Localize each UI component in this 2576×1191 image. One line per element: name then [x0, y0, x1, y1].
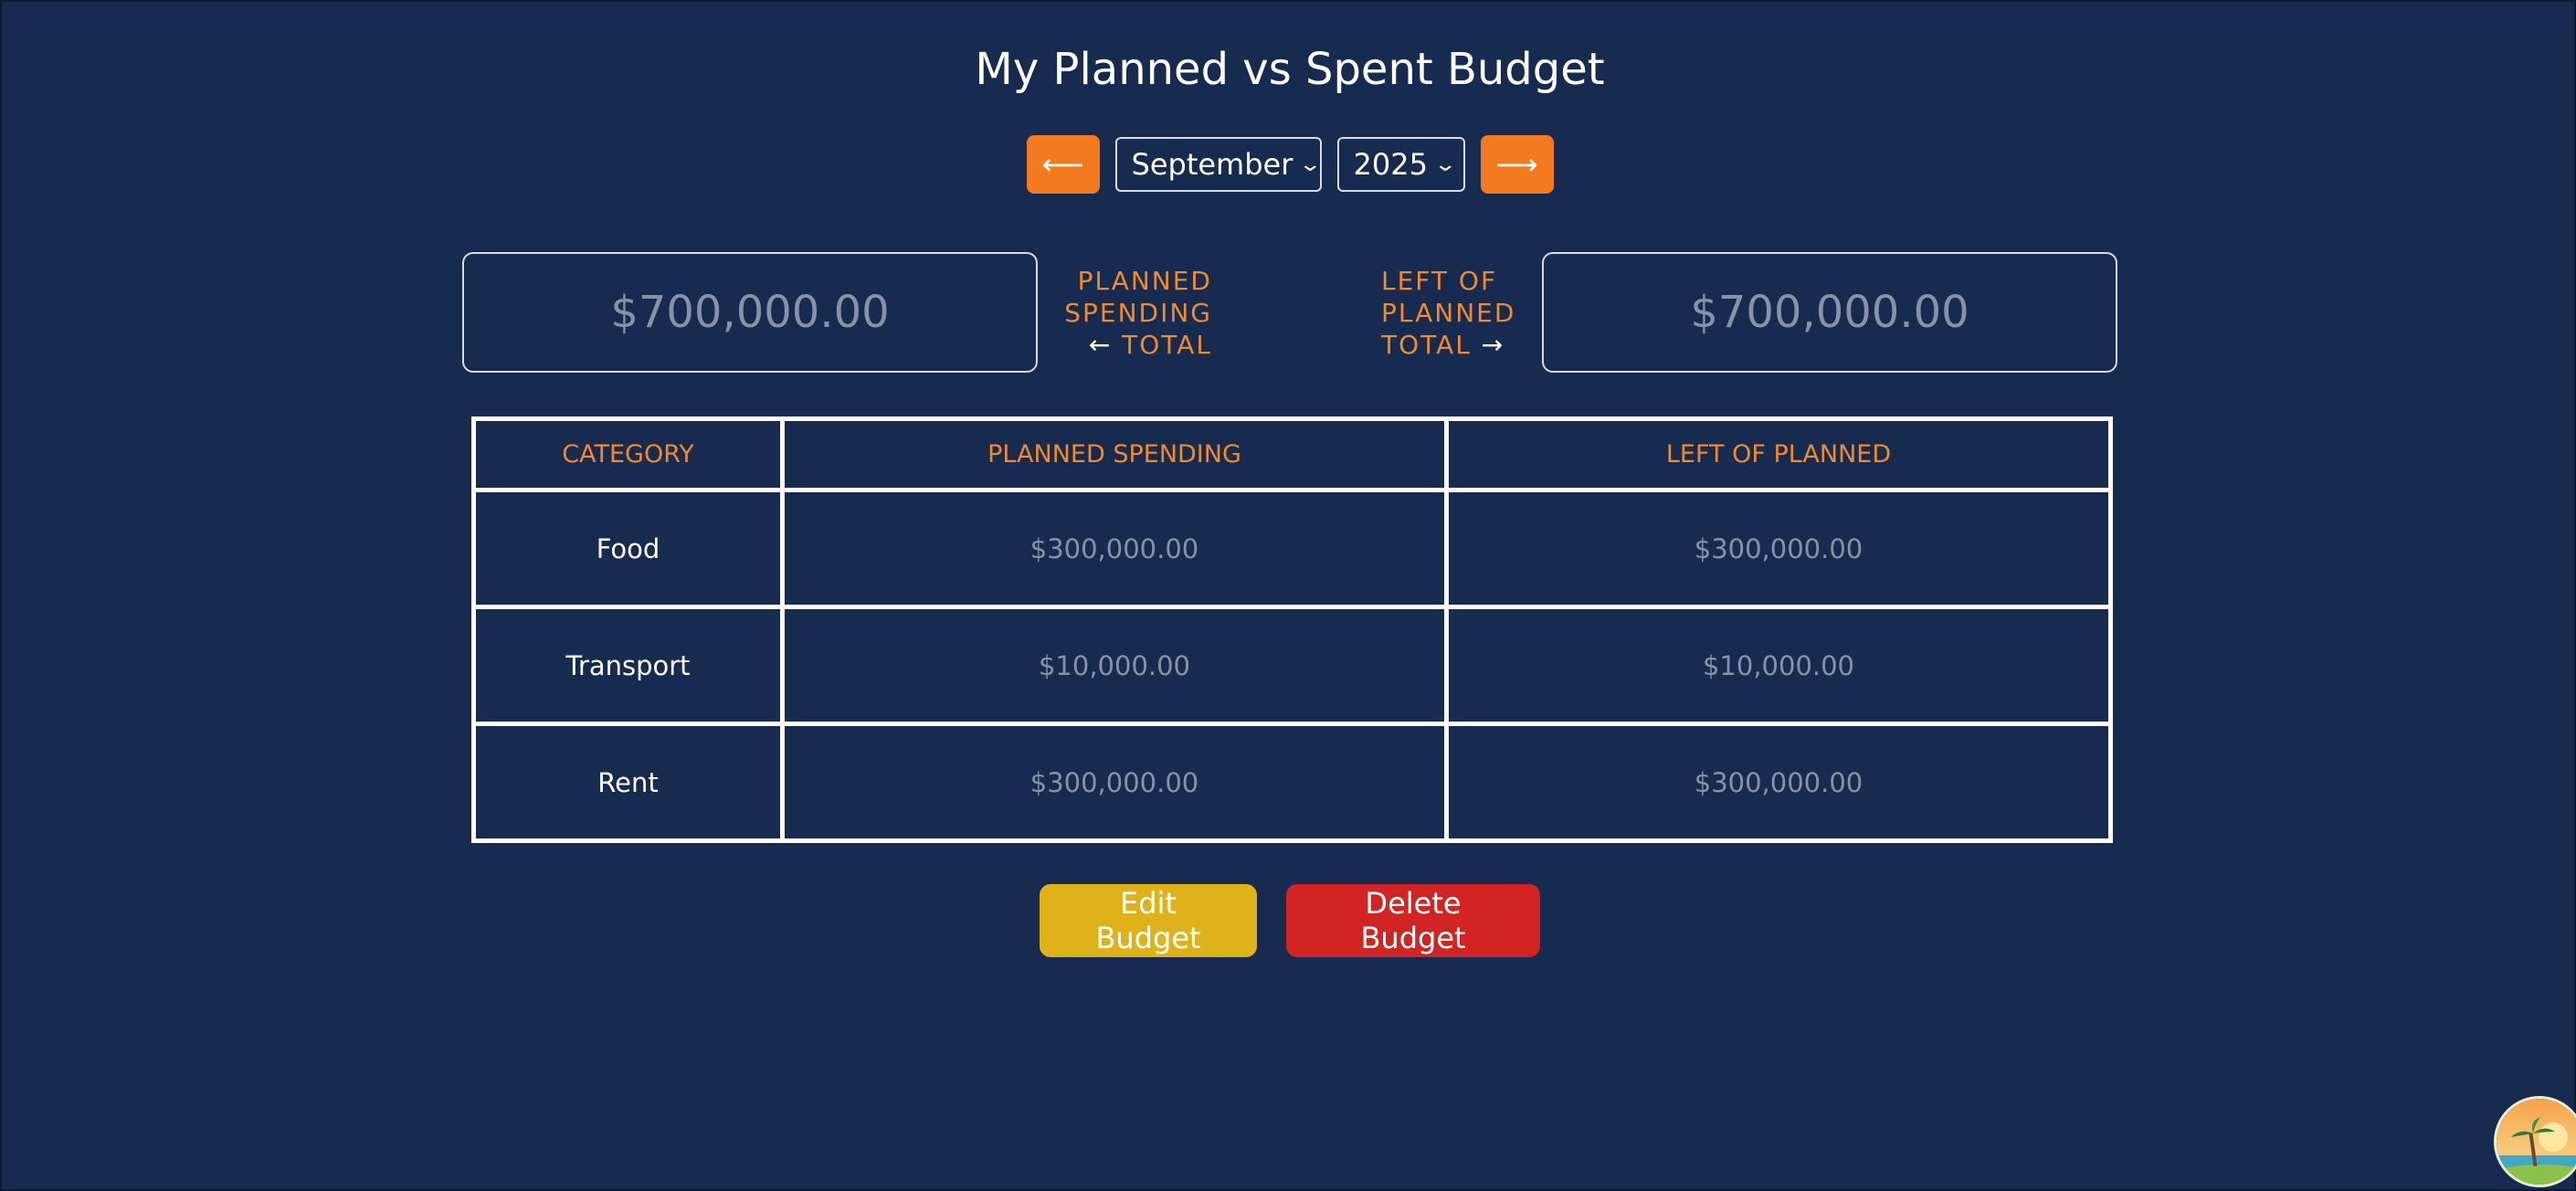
year-select[interactable]: 2025 ⌄: [1336, 137, 1465, 192]
left-label-line3: TOTAL →: [1381, 329, 1536, 361]
arrow-right-icon: →: [1481, 330, 1505, 360]
left-label-line1: LEFT OF: [1381, 266, 1498, 296]
column-header-planned-spending: PLANNED SPENDING: [780, 416, 1449, 492]
year-select-value: 2025: [1353, 147, 1428, 182]
delete-budget-button[interactable]: Delete Budget: [1286, 884, 1540, 957]
column-header-left-of-planned: LEFT OF PLANNED: [1444, 416, 2113, 492]
chevron-down-icon: ⌄: [1298, 153, 1323, 176]
beach-avatar-icon[interactable]: [2494, 1096, 2576, 1187]
table-row: Rent $300,000.00 $300,000.00: [471, 722, 2113, 843]
planned-label-line2: SPENDING: [1064, 298, 1212, 328]
edit-budget-button[interactable]: Edit Budget: [1040, 884, 1257, 957]
chevron-down-icon: ⌄: [1433, 153, 1458, 176]
left-amount-cell: $10,000.00: [1444, 605, 2113, 726]
category-cell: Food: [471, 488, 785, 609]
planned-amount-cell: $300,000.00: [780, 722, 1449, 843]
planned-label-total-word: TOTAL: [1122, 330, 1212, 360]
planned-amount-cell: $300,000.00: [780, 488, 1449, 609]
planned-spending-total-value: $700,000.00: [610, 287, 890, 338]
arrow-right-icon: ⟶: [1495, 147, 1538, 182]
left-amount-cell: $300,000.00: [1444, 722, 2113, 843]
category-cell: Rent: [471, 722, 785, 843]
month-select[interactable]: September ⌄: [1114, 137, 1323, 192]
table-header-row: CATEGORY PLANNED SPENDING LEFT OF PLANNE…: [471, 416, 2113, 492]
budget-table: CATEGORY PLANNED SPENDING LEFT OF PLANNE…: [471, 416, 2113, 843]
left-of-planned-total-box: $700,000.00: [1542, 252, 2117, 373]
left-label-line2: PLANNED: [1381, 298, 1516, 328]
budget-actions: Edit Budget Delete Budget: [2, 884, 2576, 957]
arrow-left-icon: ←: [1088, 330, 1113, 360]
month-navigation: ⟵ September ⌄ 2025 ⌄ ⟶: [2, 135, 2576, 194]
table-row: Food $300,000.00 $300,000.00: [471, 488, 2113, 609]
month-select-value: September: [1131, 147, 1293, 182]
planned-amount-cell: $10,000.00: [780, 605, 1449, 726]
planned-label-line3: ← TOTAL: [1061, 329, 1212, 361]
planned-spending-total-label: PLANNED SPENDING ← TOTAL: [1061, 265, 1212, 361]
planned-spending-total-box: $700,000.00: [462, 252, 1038, 373]
category-cell: Transport: [471, 605, 785, 726]
left-label-total-word: TOTAL: [1381, 330, 1472, 360]
left-amount-cell: $300,000.00: [1444, 488, 2113, 609]
column-header-category: CATEGORY: [471, 416, 785, 492]
page-title: My Planned vs Spent Budget: [975, 44, 1605, 95]
left-of-planned-total-value: $700,000.00: [1690, 287, 1969, 338]
arrow-left-icon: ⟵: [1041, 147, 1084, 182]
table-row: Transport $10,000.00 $10,000.00: [471, 605, 2113, 726]
next-month-button[interactable]: ⟶: [1480, 135, 1554, 194]
previous-month-button[interactable]: ⟵: [1026, 135, 1100, 194]
left-of-planned-total-label: LEFT OF PLANNED TOTAL →: [1381, 265, 1536, 361]
planned-label-line1: PLANNED: [1077, 266, 1212, 296]
beach-avatar-graphic: [2497, 1099, 2576, 1185]
